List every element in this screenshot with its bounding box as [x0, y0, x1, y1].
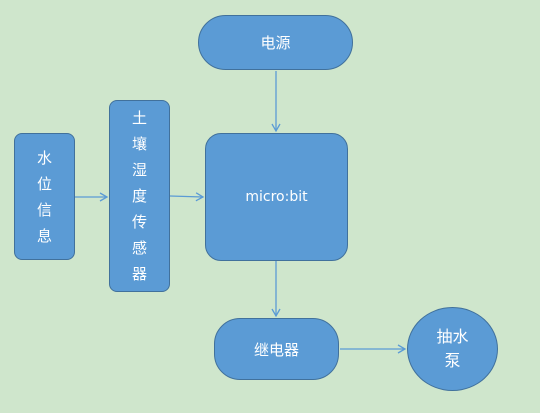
- soil-moisture-sensor-node: 土壤湿度传感器: [109, 100, 170, 292]
- arrow-sensor-to-microbit: [169, 192, 205, 202]
- relay-node: 继电器: [214, 318, 339, 380]
- microbit-node: micro:bit: [205, 133, 348, 261]
- water-level-label: 水位信息: [36, 148, 52, 245]
- microbit-label: micro:bit: [245, 189, 308, 205]
- pump-node: 抽水泵: [407, 307, 498, 391]
- power-node: 电源: [198, 15, 353, 70]
- water-level-node: 水位信息: [14, 133, 75, 260]
- soil-moisture-sensor-label: 土壤湿度传感器: [131, 109, 147, 283]
- pump-label: 抽水泵: [436, 327, 469, 370]
- power-label: 电源: [260, 34, 291, 52]
- relay-label: 继电器: [253, 340, 299, 359]
